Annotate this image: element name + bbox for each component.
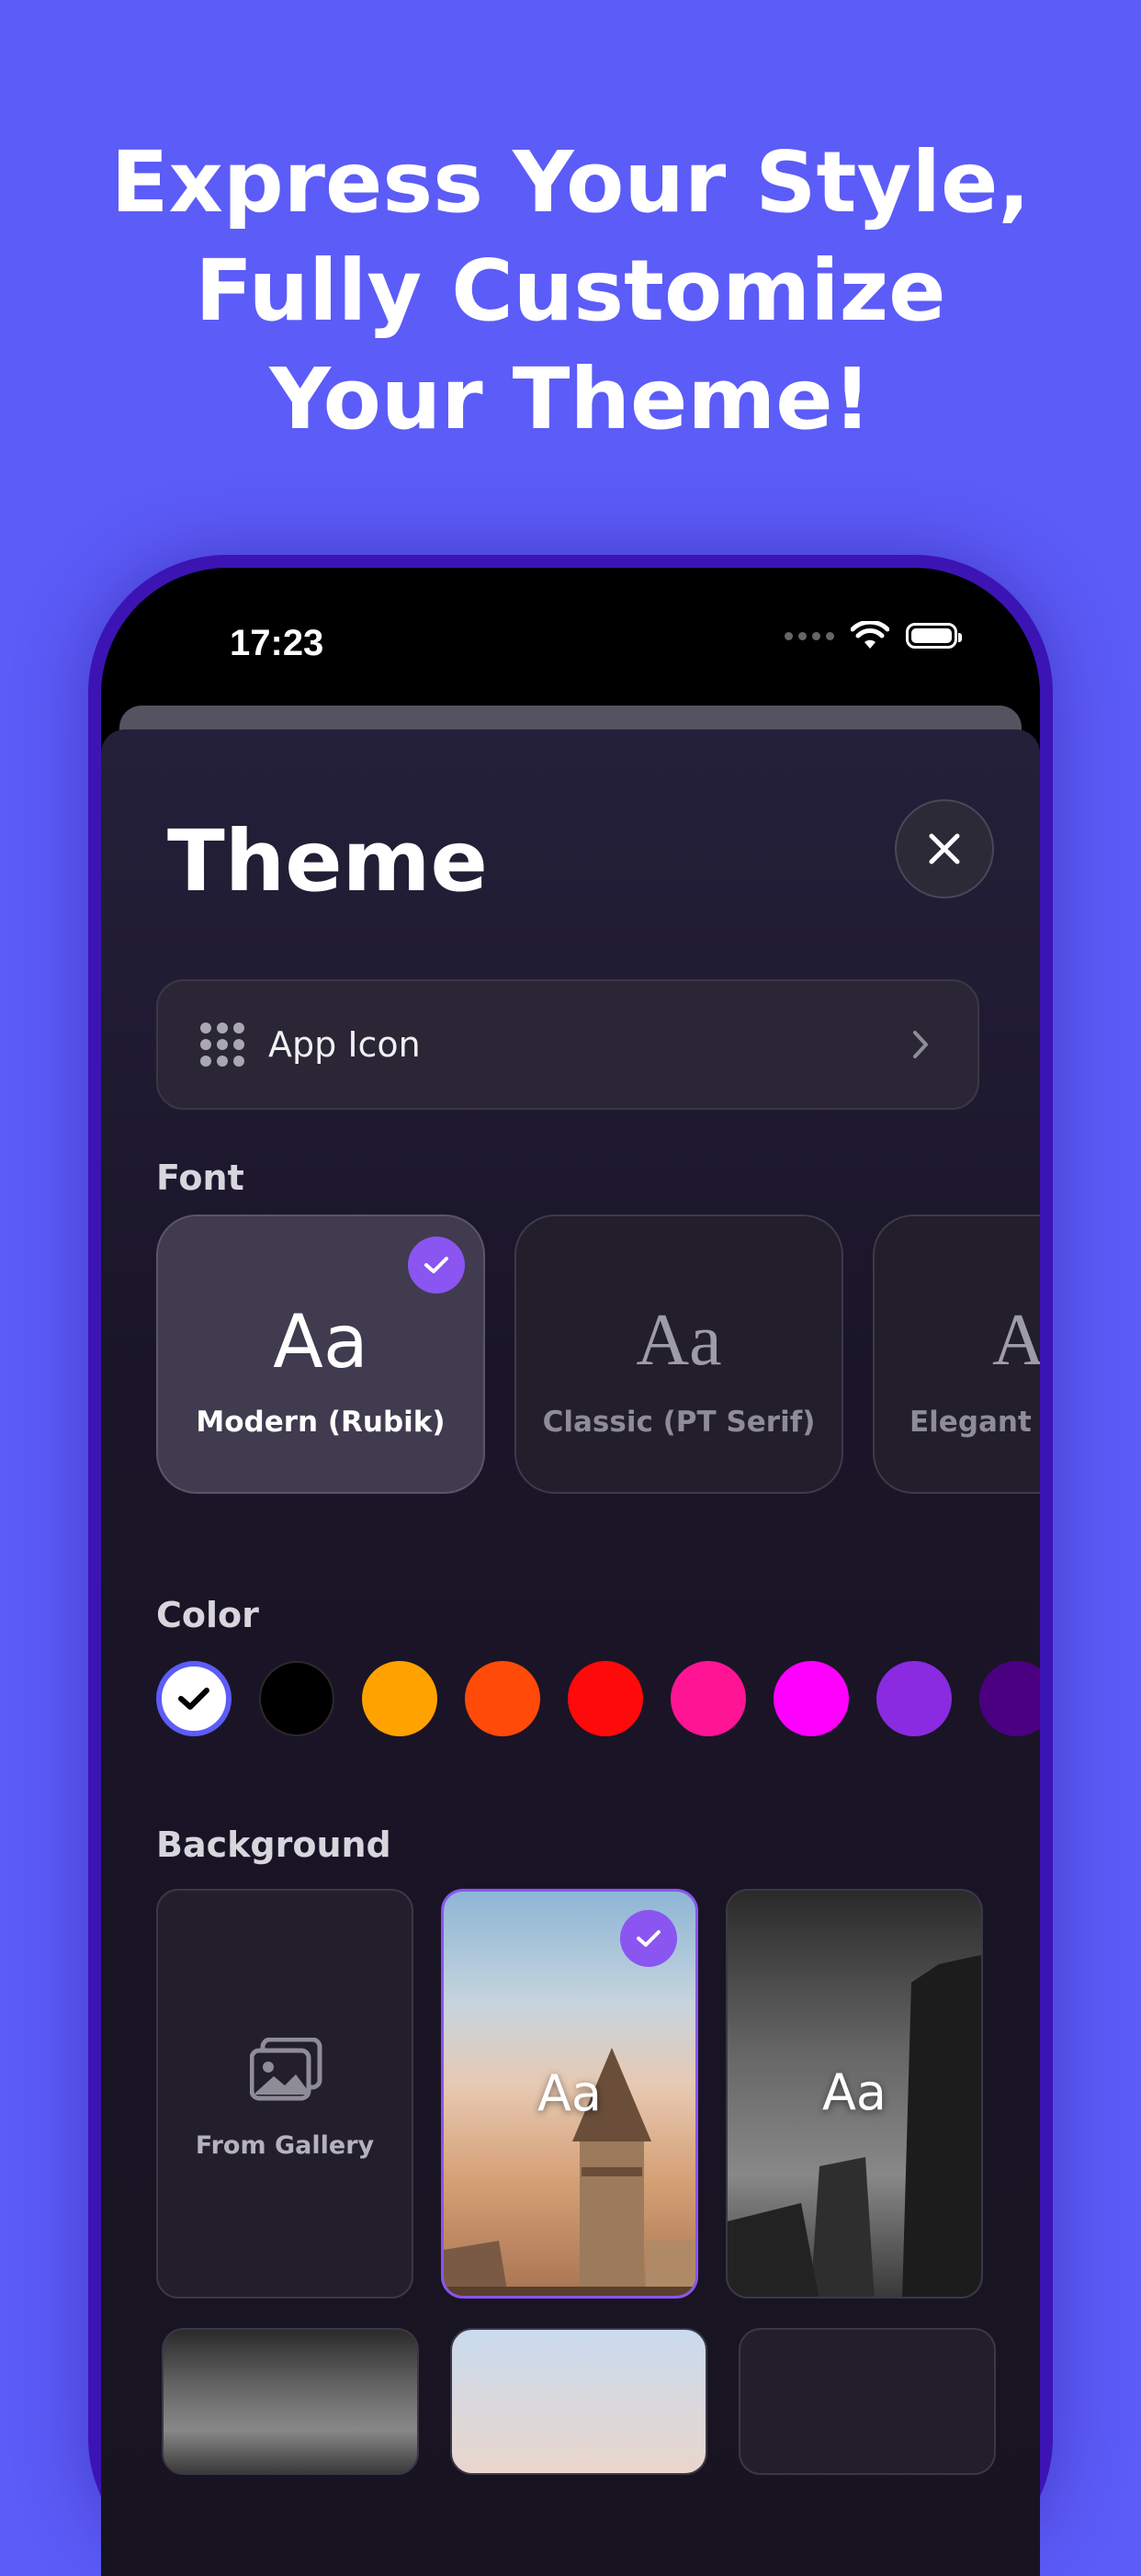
background-sample: Aa <box>537 2064 603 2122</box>
font-option-classic[interactable]: Aa Classic (PT Serif) <box>514 1215 843 1494</box>
font-section-label: Font <box>156 1158 244 1198</box>
color-swatch[interactable] <box>156 1661 232 1736</box>
headline-line-3: Your Theme! <box>269 350 872 448</box>
signal-icon <box>785 631 834 640</box>
app-icon-button[interactable]: App Icon <box>156 979 979 1110</box>
tower-image <box>444 2048 695 2296</box>
font-sample: Aa <box>636 1300 722 1381</box>
checkmark-icon <box>408 1237 465 1294</box>
background-option-castle[interactable]: Aa <box>726 1889 983 2299</box>
gallery-icon <box>250 2038 322 2101</box>
sheet-title: Theme <box>167 812 488 910</box>
color-swatch[interactable] <box>362 1661 437 1736</box>
color-section-label: Color <box>156 1595 259 1635</box>
wifi-icon <box>851 621 889 649</box>
theme-sheet: Theme App Icon Font Aa Modern (Rubik) Aa… <box>101 729 1040 2576</box>
color-swatch[interactable] <box>259 1661 334 1736</box>
color-swatch[interactable] <box>774 1661 849 1736</box>
grid-icon <box>200 1022 244 1067</box>
phone-frame: 17:23 Theme App Icon Font Aa Modern (Rub… <box>88 555 1053 2576</box>
font-sample: Aa <box>273 1299 368 1384</box>
font-name: Modern (Rubik) <box>196 1406 446 1439</box>
checkmark-icon <box>620 1910 677 1967</box>
font-option-modern[interactable]: Aa Modern (Rubik) <box>156 1215 485 1494</box>
color-swatch[interactable] <box>671 1661 746 1736</box>
font-options: Aa Modern (Rubik) Aa Classic (PT Serif) … <box>156 1215 1040 1494</box>
status-time: 17:23 <box>230 623 324 663</box>
color-swatch[interactable] <box>465 1661 540 1736</box>
color-options <box>156 1661 1040 1736</box>
app-icon-label: App Icon <box>268 1024 421 1065</box>
background-option[interactable] <box>450 2328 707 2475</box>
background-options: From Gallery Aa Aa <box>156 1889 983 2299</box>
color-swatch[interactable] <box>979 1661 1040 1736</box>
background-sample: Aa <box>821 2063 887 2121</box>
chevron-right-icon <box>913 1031 928 1058</box>
battery-icon <box>906 623 962 649</box>
gallery-label: From Gallery <box>195 2131 375 2160</box>
color-swatch[interactable] <box>568 1661 643 1736</box>
checkmark-icon <box>178 1688 209 1710</box>
font-option-elegant[interactable]: A Elegant ( <box>873 1215 1040 1494</box>
background-section-label: Background <box>156 1825 391 1865</box>
headline-line-2: Fully Customize <box>195 242 946 340</box>
headline-line-1: Express Your Style, <box>110 133 1031 232</box>
phone-screen: 17:23 Theme App Icon Font Aa Modern (Rub… <box>101 568 1040 2576</box>
font-sample: A <box>992 1300 1040 1381</box>
background-option[interactable] <box>162 2328 419 2475</box>
font-name: Classic (PT Serif) <box>542 1406 816 1439</box>
status-icons <box>785 621 962 650</box>
background-option-galata-tower[interactable]: Aa <box>441 1889 698 2299</box>
close-icon <box>929 833 960 864</box>
background-option[interactable] <box>739 2328 996 2475</box>
close-button[interactable] <box>895 799 994 898</box>
from-gallery-button[interactable]: From Gallery <box>156 1889 413 2299</box>
background-options-row-2 <box>162 2328 996 2475</box>
headline: Express Your Style, Fully Customize Your… <box>0 129 1141 454</box>
color-swatch[interactable] <box>876 1661 952 1736</box>
font-name: Elegant ( <box>909 1406 1040 1439</box>
